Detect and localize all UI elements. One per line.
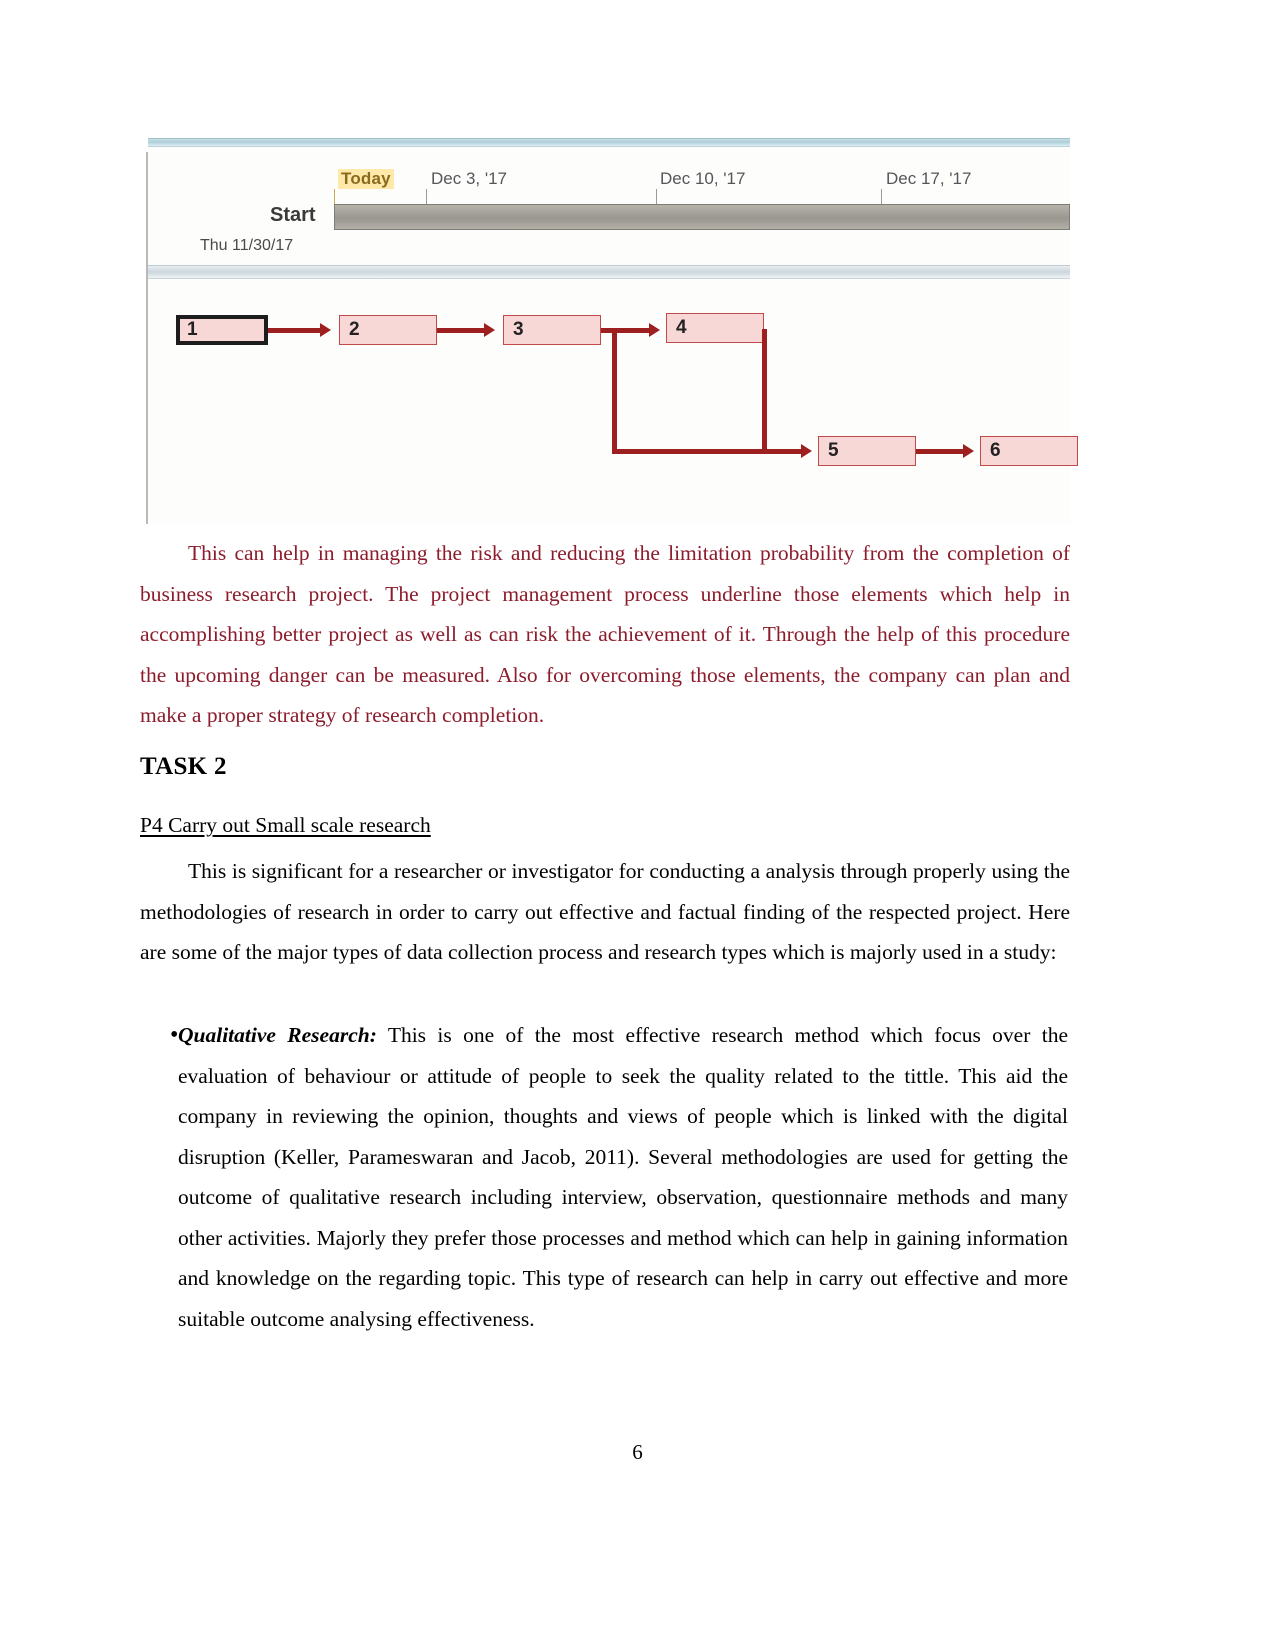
timeline-date-dec-10: Dec 10, '17 (660, 169, 746, 188)
network-node-3-label: 3 (513, 319, 524, 340)
network-node-1-label: 1 (187, 319, 198, 340)
paragraph-small-scale-research: This is significant for a researcher or … (140, 851, 1070, 973)
bullet-marker-icon: • (170, 1022, 179, 1048)
arrowhead-5-to-6 (963, 444, 974, 458)
list-item-body: Qualitative Research: This is one of the… (178, 1015, 1070, 1339)
page-number: 6 (632, 1440, 643, 1464)
paragraph-risk-management: This can help in managing the risk and r… (140, 533, 1070, 736)
pane-divider-band (148, 265, 1070, 279)
network-node-3: 3 (503, 315, 601, 345)
network-node-4-label: 4 (676, 317, 687, 338)
document-page: Today Dec 3, '17 Dec 10, '17 Dec 17, '17… (0, 0, 1275, 1650)
connector-2-to-3 (437, 328, 487, 333)
network-node-6-label: 6 (990, 440, 1001, 461)
connector-1-to-2 (268, 328, 324, 333)
list-item-term: Qualitative Research: (178, 1023, 377, 1047)
gantt-timeline-pane: Today Dec 3, '17 Dec 10, '17 Dec 17, '17… (148, 147, 1070, 265)
connector-4-to-5-vertical (762, 329, 767, 449)
heading-task-2: TASK 2 (140, 753, 227, 780)
subheading-p4-small-scale-research: P4 Carry out Small scale research (140, 813, 431, 837)
network-node-4: 4 (666, 313, 764, 343)
arrowhead-1-to-2 (320, 323, 331, 337)
ms-project-screenshot-figure: Today Dec 3, '17 Dec 10, '17 Dec 17, '17… (140, 138, 1078, 524)
network-node-2-label: 2 (349, 319, 360, 340)
gantt-summary-bar (334, 204, 1070, 230)
connector-3-to-5-vertical (612, 328, 617, 453)
timeline-date-dec-3: Dec 3, '17 (431, 169, 508, 188)
network-node-1: 1 (176, 315, 268, 345)
today-label: Today (338, 169, 394, 189)
paragraph-small-scale-research-text: This is significant for a researcher or … (140, 859, 1070, 964)
connector-3-to-4 (601, 328, 653, 333)
connector-5-to-6 (916, 449, 966, 454)
research-types-list: • Qualitative Research: This is one of t… (140, 1015, 1070, 1339)
timeline-header-band (148, 138, 1070, 147)
network-node-6: 6 (980, 436, 1078, 466)
paragraph-risk-management-text: This can help in managing the risk and r… (140, 541, 1070, 727)
timeline-date-dec-17: Dec 17, '17 (886, 169, 972, 188)
network-diagram-pane: 1 2 3 4 5 6 (148, 279, 1078, 523)
network-node-2: 2 (339, 315, 437, 345)
network-node-5: 5 (818, 436, 916, 466)
list-item: • Qualitative Research: This is one of t… (140, 1015, 1070, 1339)
gantt-start-date: Thu 11/30/17 (200, 237, 294, 254)
arrowhead-into-node-5 (801, 444, 812, 458)
arrowhead-2-to-3 (484, 323, 495, 337)
arrowhead-3-to-4 (649, 323, 660, 337)
network-node-5-label: 5 (828, 440, 839, 461)
connector-4-to-5-horizontal (762, 449, 806, 454)
list-item-text: This is one of the most effective resear… (178, 1023, 1068, 1331)
gantt-start-label: Start (270, 204, 316, 226)
